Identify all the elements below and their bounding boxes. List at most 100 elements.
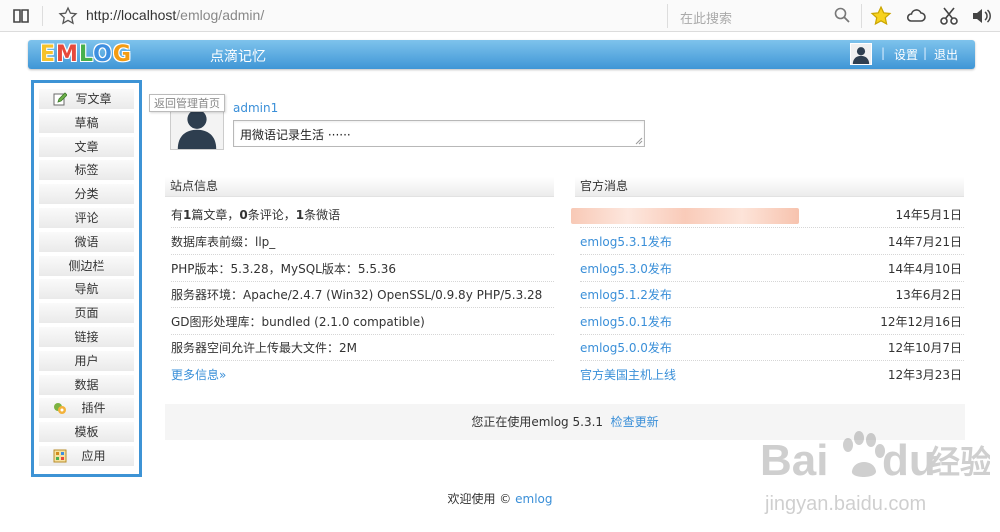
sidebar-item-template[interactable]: 模板 <box>39 422 134 443</box>
news-date: 12年10月7日 <box>887 341 962 355</box>
twitter-count: 1 <box>295 208 305 222</box>
sidebar-item-label: 侧边栏 <box>68 258 105 273</box>
site-info-row: 数据库表前缀：llp_ <box>171 229 554 255</box>
emlog-logo[interactable]: EMLOG <box>40 41 132 68</box>
news-row: emlog5.0.0发布 12年10月7日 <box>580 335 964 361</box>
more-info-link[interactable]: 更多信息» <box>171 368 226 382</box>
admin-header: EMLOG 点滴记忆 | 设置 | 退出 <box>28 40 975 69</box>
news-row: emlog5.0.1发布 12年12月16日 <box>580 309 964 335</box>
search-icon[interactable] <box>833 6 851 24</box>
sidebar-item-article[interactable]: 文章 <box>39 136 134 157</box>
footer-welcome: 欢迎使用 © <box>447 492 512 506</box>
app-icon <box>53 449 67 463</box>
sidebar-item-widgets[interactable]: 侧边栏 <box>39 255 134 276</box>
user-avatar-icon[interactable] <box>850 43 872 65</box>
pencil-icon <box>53 92 67 106</box>
news-row: 14年5月1日 <box>580 202 964 228</box>
news-link[interactable]: emlog5.1.2发布 <box>580 288 672 302</box>
site-stats-row: 有1篇文章，0条评论，1条微语 <box>171 202 554 228</box>
username-link[interactable]: admin1 <box>233 101 278 115</box>
news-date: 12年3月23日 <box>887 368 962 382</box>
news-link[interactable]: emlog5.3.0发布 <box>580 262 672 276</box>
site-info-more-row: 更多信息» <box>171 362 554 388</box>
sidebar-item-label: 链接 <box>74 329 99 344</box>
address-bar[interactable]: http://localhost/emlog/admin/ <box>86 7 264 23</box>
sidebar-item-user[interactable]: 用户 <box>39 350 134 371</box>
site-info-row: 服务器空间允许上传最大文件：2M <box>171 335 554 361</box>
url-path: /emlog/admin/ <box>176 7 265 23</box>
news-row: emlog5.1.2发布 13年6月2日 <box>580 282 964 308</box>
settings-link[interactable]: 设置 <box>894 46 918 63</box>
watermark-cn: 经验 <box>928 443 990 481</box>
speaker-icon[interactable] <box>970 5 992 27</box>
sidebar-item-label: 模板 <box>74 425 99 440</box>
sidebar-item-label: 应用 <box>81 448 106 463</box>
cloud-icon[interactable] <box>905 5 927 27</box>
scissors-icon[interactable] <box>938 5 960 27</box>
sidebar-item-link[interactable]: 链接 <box>39 326 134 347</box>
comment-count: 0 <box>239 208 248 222</box>
sidebar-item-write[interactable]: 写文章 <box>39 89 134 109</box>
twitter-input-value: 用微语记录生活 ······ <box>240 128 351 142</box>
sidebar-item-label: 文章 <box>74 139 99 154</box>
sidebar-item-comment[interactable]: 评论 <box>39 207 134 228</box>
sidebar-item-label: 数据 <box>74 377 99 392</box>
paw-icon <box>843 431 885 477</box>
site-info-row: GD图形处理库：bundled (2.1.0 compatible) <box>171 309 554 335</box>
sidebar-item-label: 评论 <box>74 210 99 225</box>
news-date: 13年6月2日 <box>895 288 962 302</box>
sidebar-item-app[interactable]: 应用 <box>39 445 134 466</box>
comment-count-label: 条评论， <box>247 208 296 222</box>
logo-letter: G <box>112 42 132 67</box>
toolbar-divider <box>42 6 43 26</box>
reader-mode-icon[interactable] <box>12 7 30 25</box>
header-separator: | <box>881 46 886 60</box>
sidebar-item-plugin[interactable]: 插件 <box>39 398 134 419</box>
sidebar-item-page[interactable]: 页面 <box>39 303 134 324</box>
site-info-header: 站点信息 <box>165 177 554 197</box>
sidebar-item-label: 导航 <box>74 282 99 297</box>
sidebar-item-label: 标签 <box>74 163 99 178</box>
sidebar-item-twitter[interactable]: 微语 <box>39 231 134 252</box>
news-link[interactable]: emlog5.0.0发布 <box>580 341 672 355</box>
bookmark-star-icon[interactable] <box>58 6 78 26</box>
browser-search-input[interactable]: 在此搜索 <box>680 8 732 27</box>
news-link[interactable]: emlog5.0.1发布 <box>580 315 672 329</box>
news-date: 12年12月16日 <box>880 315 962 329</box>
sidebar-item-label: 分类 <box>74 187 99 202</box>
news-link[interactable]: emlog5.3.1发布 <box>580 235 672 249</box>
sidebar-item-data[interactable]: 数据 <box>39 374 134 395</box>
check-update-link[interactable]: 检查更新 <box>611 415 659 429</box>
sidebar-item-tag[interactable]: 标签 <box>39 160 134 181</box>
sidebar-item-category[interactable]: 分类 <box>39 184 134 205</box>
stats-prefix: 有 <box>171 208 184 222</box>
sidebar-item-label: 用户 <box>74 353 99 368</box>
logout-link[interactable]: 退出 <box>934 46 958 63</box>
logo-letter: L <box>78 42 94 67</box>
resize-grip-icon[interactable] <box>635 137 643 145</box>
tooltip: 返回管理首页 <box>149 94 225 112</box>
url-host: http://localhost <box>86 7 177 23</box>
admin-sidebar: 写文章草稿文章标签分类评论微语侧边栏导航页面链接用户数据插件模板应用 <box>31 80 142 477</box>
sidebar-item-label: 写文章 <box>75 92 112 106</box>
favorites-star-icon[interactable] <box>870 5 892 27</box>
news-row: 官方美国主机上线 12年3月23日 <box>580 362 964 388</box>
official-news-header: 官方消息 <box>575 177 964 197</box>
news-link[interactable]: 官方美国主机上线 <box>580 368 676 382</box>
twitter-count-label: 条微语 <box>304 208 341 222</box>
news-date: 14年4月10日 <box>887 262 962 276</box>
sidebar-item-navi[interactable]: 导航 <box>39 279 134 300</box>
toolbar-divider <box>667 4 668 28</box>
site-name-link[interactable]: 点滴记忆 <box>210 46 266 66</box>
twitter-input[interactable]: 用微语记录生活 ······ <box>233 120 645 147</box>
sidebar-item-draft[interactable]: 草稿 <box>39 112 134 133</box>
footer-emlog-link[interactable]: emlog <box>515 492 552 506</box>
news-date: 14年7月21日 <box>887 235 962 249</box>
site-info-row: PHP版本：5.3.28，MySQL版本：5.5.36 <box>171 256 554 282</box>
toolbar-divider <box>861 4 862 28</box>
logo-letter: O <box>93 42 113 67</box>
sidebar-item-label: 插件 <box>81 401 106 416</box>
sidebar-item-label: 页面 <box>74 306 99 321</box>
post-count-label: 篇文章， <box>191 208 240 222</box>
watermark-brand: Bai <box>760 436 828 485</box>
